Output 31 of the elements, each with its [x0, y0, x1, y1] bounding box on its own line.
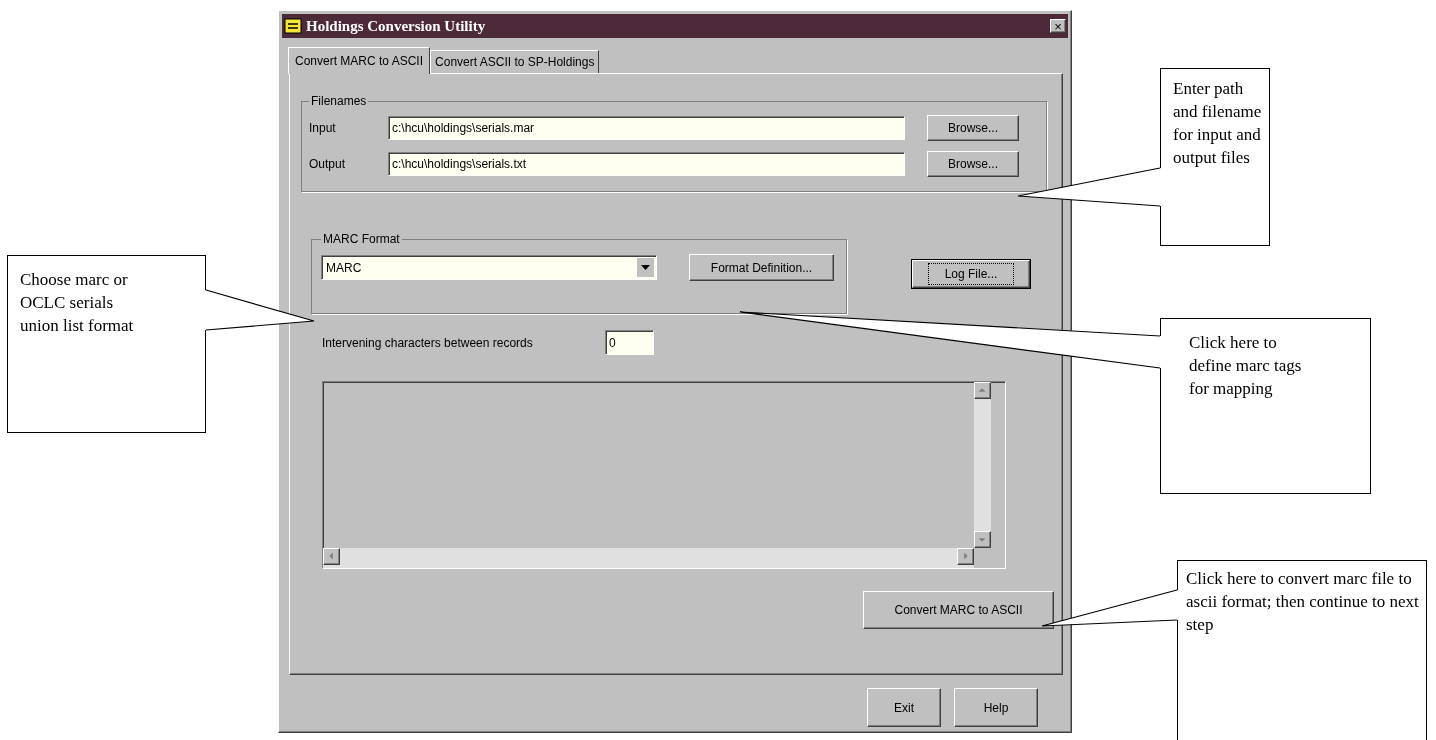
callout-text: Click here to define marc tags for mapping	[1160, 318, 1371, 494]
dialog-button[interactable]: Browse...	[927, 151, 1019, 177]
dialog-button[interactable]: Format Definition...	[689, 254, 834, 281]
callout-text: Enter path and filename for input and output files	[1160, 68, 1270, 246]
scroll-up-icon[interactable]	[974, 382, 991, 399]
horizontal-scrollbar[interactable]	[323, 548, 974, 568]
path-field[interactable]: c:\hcu\holdings\serials.mar	[388, 116, 905, 140]
group-label: MARC Format	[322, 231, 401, 248]
scroll-down-icon[interactable]	[974, 531, 991, 548]
field-label: Output	[309, 156, 347, 173]
number-field[interactable]: 0	[605, 330, 654, 355]
scroll-left-icon[interactable]	[323, 548, 340, 565]
tab[interactable]: Convert MARC to ASCII	[288, 47, 431, 74]
scroll-right-icon[interactable]	[957, 548, 974, 565]
callout-text: Choose marc or OCLC serials union list format	[7, 255, 206, 433]
path-field[interactable]: c:\hcu\holdings\serials.txt	[388, 152, 905, 176]
field-label: Intervening characters between records	[322, 334, 534, 352]
dialog-button[interactable]: Convert MARC to ASCII	[863, 591, 1054, 629]
group-label: Filenames	[310, 93, 368, 110]
dialog-button[interactable]: Browse...	[927, 115, 1019, 141]
dialog-button[interactable]: Exit	[867, 688, 941, 727]
field-label: Input	[309, 120, 337, 137]
log-file-button[interactable]: Log File...	[912, 260, 1030, 288]
dialog-button[interactable]: Help	[954, 688, 1038, 727]
app-icon	[284, 18, 302, 34]
close-button[interactable]: ×	[1050, 19, 1066, 33]
format-dropdown[interactable]: MARC	[321, 255, 657, 280]
caret-icon	[637, 258, 654, 277]
vertical-scrollbar[interactable]	[974, 382, 991, 548]
window-title: Holdings Conversion Utility	[306, 16, 487, 36]
callout-text: Click here to convert marc file to ascii format; then continue to next step	[1177, 560, 1427, 740]
